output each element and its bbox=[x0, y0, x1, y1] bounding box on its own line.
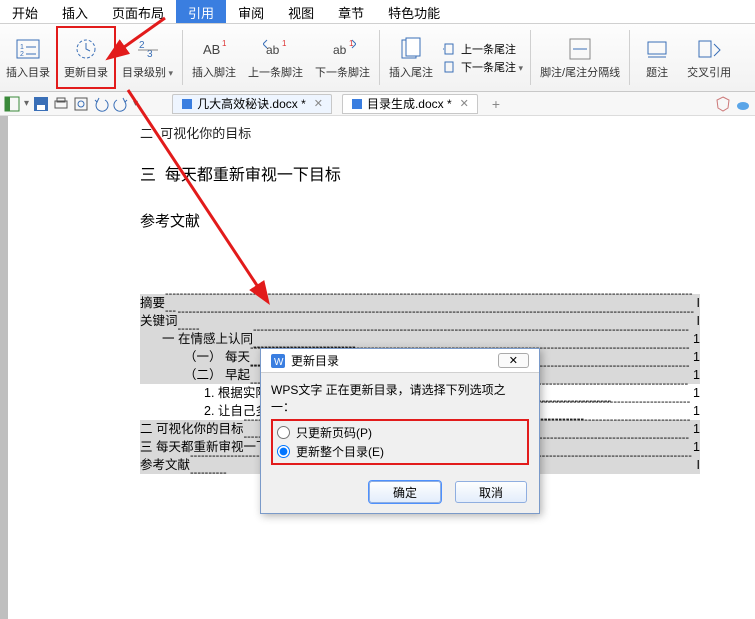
next-endnote-label: 下一条尾注 bbox=[461, 59, 523, 75]
doc-tab-2[interactable]: 目录生成.docx * ✕ bbox=[342, 94, 478, 114]
insert-toc-button[interactable]: 12 插入目录 bbox=[0, 26, 56, 89]
new-tab-button[interactable]: + bbox=[492, 96, 500, 112]
heading-line: 参考文献 bbox=[140, 210, 700, 234]
prev-footnote-button[interactable]: ab1 上一条脚注 bbox=[242, 26, 309, 89]
dialog-title: 更新目录 bbox=[291, 352, 339, 369]
menu-bar: 开始 插入 页面布局 引用 审阅 视图 章节 特色功能 bbox=[0, 0, 755, 24]
footnote-separator-icon bbox=[567, 36, 593, 62]
toc-level-label: 目录级别 bbox=[122, 64, 173, 80]
crossref-label: 交叉引用 bbox=[687, 64, 731, 80]
tab-chapter[interactable]: 章节 bbox=[326, 0, 376, 23]
tab-special[interactable]: 特色功能 bbox=[376, 0, 452, 23]
svg-text:AB: AB bbox=[203, 42, 220, 57]
crossref-icon bbox=[696, 36, 722, 62]
app-icon: W bbox=[271, 354, 285, 368]
svg-text:W: W bbox=[274, 357, 284, 368]
close-icon[interactable]: ✕ bbox=[314, 97, 323, 110]
svg-text:1: 1 bbox=[282, 39, 287, 48]
toc-level-button[interactable]: 23 目录级别 bbox=[116, 26, 179, 89]
insert-toc-label: 插入目录 bbox=[6, 64, 50, 80]
document-area: 二 可视化你的目标 三 每天都重新审视一下目标 参考文献 摘要---------… bbox=[0, 116, 755, 619]
next-endnote-icon bbox=[443, 61, 457, 73]
insert-footnote-icon: AB1 bbox=[201, 36, 227, 62]
doc-icon bbox=[351, 98, 363, 110]
close-icon[interactable]: ✕ bbox=[460, 97, 469, 110]
save-icon[interactable] bbox=[33, 96, 49, 112]
footnote-separator-button[interactable]: 脚注/尾注分隔线 bbox=[534, 26, 626, 89]
insert-toc-icon: 12 bbox=[15, 36, 41, 62]
doc-tab-2-label: 目录生成.docx * bbox=[367, 95, 452, 112]
heading-line: 二 可视化你的目标 bbox=[140, 124, 700, 145]
toc-level-icon: 23 bbox=[135, 36, 161, 62]
next-footnote-button[interactable]: ab1 下一条脚注 bbox=[309, 26, 376, 89]
insert-endnote-label: 插入尾注 bbox=[389, 64, 433, 80]
next-footnote-icon: ab1 bbox=[330, 36, 356, 62]
heading-line: 三 每天都重新审视一下目标 bbox=[140, 163, 700, 189]
cloud-icon[interactable] bbox=[735, 96, 751, 112]
insert-footnote-button[interactable]: AB1 插入脚注 bbox=[186, 26, 242, 89]
doc-tab-1[interactable]: 几大高效秘诀.docx * ✕ bbox=[172, 94, 332, 114]
update-toc-icon bbox=[73, 36, 99, 62]
doc-icon bbox=[181, 98, 193, 110]
tab-view[interactable]: 视图 bbox=[276, 0, 326, 23]
svg-text:ab: ab bbox=[333, 43, 347, 57]
footnote-separator-label: 脚注/尾注分隔线 bbox=[540, 64, 620, 80]
update-toc-dialog: W 更新目录 ✕ WPS文字 正在更新目录，请选择下列选项之一： 只更新页码(P… bbox=[260, 348, 540, 514]
insert-endnote-button[interactable]: 插入尾注 bbox=[383, 26, 439, 89]
svg-text:1: 1 bbox=[20, 44, 24, 51]
tab-start[interactable]: 开始 bbox=[0, 0, 50, 23]
dialog-options: 只更新页码(P) 更新整个目录(E) bbox=[271, 419, 529, 465]
print-preview-icon[interactable] bbox=[73, 96, 89, 112]
undo-icon[interactable] bbox=[93, 96, 109, 112]
ok-button[interactable]: 确定 bbox=[369, 481, 441, 503]
prev-endnote-button[interactable]: 上一条尾注 bbox=[443, 41, 523, 57]
update-toc-button[interactable]: 更新目录 bbox=[56, 26, 116, 89]
tab-layout[interactable]: 页面布局 bbox=[100, 0, 176, 23]
insert-footnote-label: 插入脚注 bbox=[192, 64, 236, 80]
prev-footnote-icon: ab1 bbox=[263, 36, 289, 62]
caption-icon bbox=[644, 36, 670, 62]
quick-access-toolbar: ▾ ▾ 几大高效秘诀.docx * ✕ 目录生成.docx * ✕ + bbox=[0, 92, 755, 116]
svg-text:1: 1 bbox=[222, 39, 227, 48]
redo-icon[interactable] bbox=[113, 96, 129, 112]
caption-label: 题注 bbox=[646, 64, 668, 80]
svg-text:ab: ab bbox=[266, 43, 280, 57]
svg-text:2: 2 bbox=[20, 51, 24, 58]
insert-endnote-icon bbox=[398, 36, 424, 62]
tab-reference[interactable]: 引用 bbox=[176, 0, 226, 23]
caption-button[interactable]: 题注 bbox=[633, 26, 681, 89]
next-endnote-button[interactable]: 下一条尾注 bbox=[443, 59, 523, 75]
print-icon[interactable] bbox=[53, 96, 69, 112]
opt-update-pages[interactable]: 只更新页码(P) bbox=[277, 423, 523, 442]
tab-review[interactable]: 审阅 bbox=[226, 0, 276, 23]
tab-insert[interactable]: 插入 bbox=[50, 0, 100, 23]
dialog-titlebar[interactable]: W 更新目录 ✕ bbox=[261, 349, 539, 373]
opt-update-all[interactable]: 更新整个目录(E) bbox=[277, 442, 523, 461]
next-footnote-label: 下一条脚注 bbox=[315, 64, 370, 80]
shield-icon[interactable] bbox=[715, 96, 731, 112]
cancel-button[interactable]: 取消 bbox=[455, 481, 527, 503]
prev-footnote-label: 上一条脚注 bbox=[248, 64, 303, 80]
nav-pane-icon[interactable] bbox=[4, 96, 20, 112]
crossref-button[interactable]: 交叉引用 bbox=[681, 26, 737, 89]
svg-text:2: 2 bbox=[139, 40, 145, 51]
dialog-prompt: WPS文字 正在更新目录，请选择下列选项之一： bbox=[271, 381, 529, 415]
svg-text:3: 3 bbox=[147, 49, 153, 60]
prev-endnote-label: 上一条尾注 bbox=[461, 41, 516, 57]
dialog-close-button[interactable]: ✕ bbox=[498, 353, 529, 368]
left-gutter bbox=[0, 116, 8, 619]
prev-endnote-icon bbox=[443, 43, 457, 55]
doc-tab-1-label: 几大高效秘诀.docx * bbox=[197, 95, 306, 112]
ribbon: 12 插入目录 更新目录 23 目录级别 AB1 插入脚注 ab1 上一条脚注 … bbox=[0, 24, 755, 92]
update-toc-label: 更新目录 bbox=[64, 64, 108, 80]
